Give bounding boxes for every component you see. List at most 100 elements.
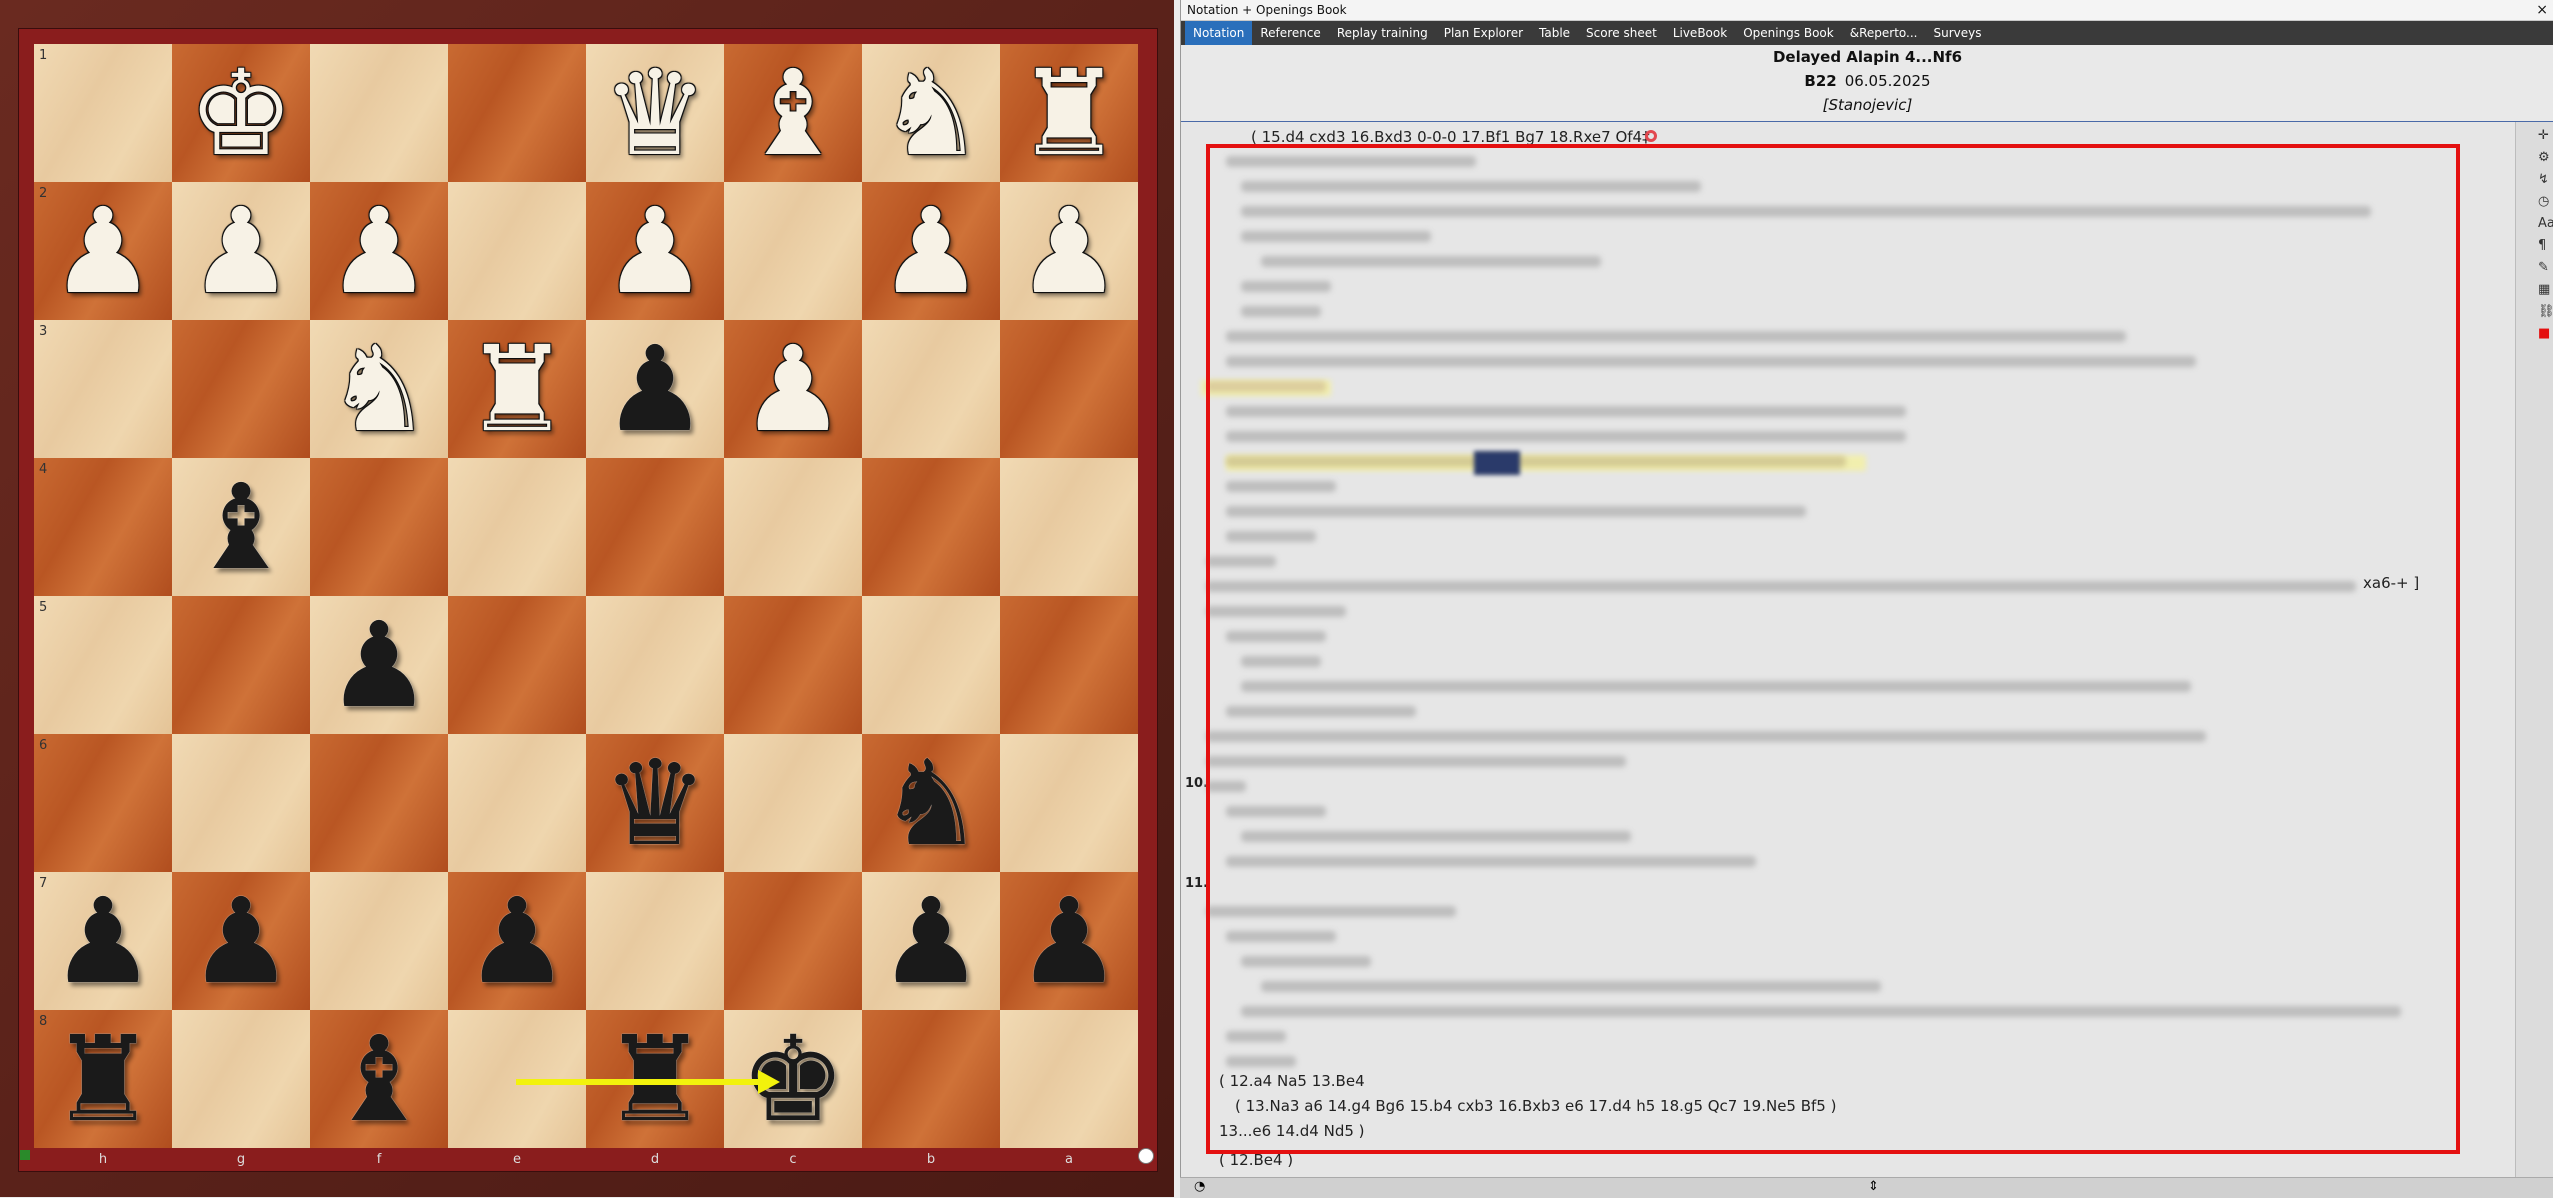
square-c2[interactable] (724, 182, 862, 320)
glyph-icon[interactable]: ¶ (2538, 238, 2553, 254)
square-b3[interactable] (862, 320, 1000, 458)
square-e3[interactable]: ♜ (448, 320, 586, 458)
square-c6[interactable] (724, 734, 862, 872)
black-pawn-icon[interactable]: ♟ (448, 872, 586, 1010)
square-e8[interactable] (448, 1010, 586, 1148)
square-h5[interactable]: 5 (34, 596, 172, 734)
square-g7[interactable]: ♟ (172, 872, 310, 1010)
notation-fragment[interactable]: xa6-+ ] (2363, 574, 2419, 592)
white-bishop-icon[interactable]: ♝ (724, 44, 862, 182)
tab-reperto[interactable]: &Reperto... (1842, 21, 1926, 45)
square-c1[interactable]: ♝ (724, 44, 862, 182)
chessboard[interactable]: 1 ♚ ♛ ♝ ♞ ♜ 2 ♟ ♟ ♟ ♟ ♟ ♟ 3 ♞ ♜ ♟ ♟ 4 ♝ 5 ♟ 6 ♛ ♞ 7 ♟ ♟ ♟ ♟ ♟ 8 ♜ ♝ ♜ ♚ (34, 44, 1138, 1148)
black-pawn-icon[interactable]: ♟ (172, 872, 310, 1010)
square-c4[interactable] (724, 458, 862, 596)
splitter-handle-icon[interactable]: ⇕ (1868, 1179, 1879, 1194)
square-h2[interactable]: 2 ♟ (34, 182, 172, 320)
white-queen-icon[interactable]: ♛ (586, 44, 724, 182)
square-g5[interactable] (172, 596, 310, 734)
square-g4[interactable]: ♝ (172, 458, 310, 596)
square-a1[interactable]: ♜ (1000, 44, 1138, 182)
notation-line[interactable]: ( 12.Be4 ) (1219, 1151, 1293, 1169)
square-h1[interactable]: 1 (34, 44, 172, 182)
square-e4[interactable] (448, 458, 586, 596)
black-bishop-icon[interactable]: ♝ (172, 458, 310, 596)
engine-icon[interactable]: ⚙ (2538, 150, 2553, 166)
square-d2[interactable]: ♟ (586, 182, 724, 320)
square-f5[interactable]: ♟ (310, 596, 448, 734)
square-f1[interactable] (310, 44, 448, 182)
black-pawn-icon[interactable]: ♟ (310, 596, 448, 734)
square-g1[interactable]: ♚ (172, 44, 310, 182)
square-c3[interactable]: ♟ (724, 320, 862, 458)
square-g2[interactable]: ♟ (172, 182, 310, 320)
square-a2[interactable]: ♟ (1000, 182, 1138, 320)
square-d5[interactable] (586, 596, 724, 734)
square-a8[interactable] (1000, 1010, 1138, 1148)
status-icon[interactable]: ◔ (1194, 1179, 1205, 1194)
square-h3[interactable]: 3 (34, 320, 172, 458)
white-pawn-icon[interactable]: ♟ (586, 182, 724, 320)
black-pawn-icon[interactable]: ♟ (1000, 872, 1138, 1010)
square-a6[interactable] (1000, 734, 1138, 872)
square-e6[interactable] (448, 734, 586, 872)
black-queen-icon[interactable]: ♛ (586, 734, 724, 872)
notation-line[interactable]: ( 13.Na3 a6 14.g4 Bg6 15.b4 cxb3 16.Bxb3… (1235, 1097, 1836, 1115)
square-f3[interactable]: ♞ (310, 320, 448, 458)
square-b6[interactable]: ♞ (862, 734, 1000, 872)
black-pawn-icon[interactable]: ♟ (862, 872, 1000, 1010)
square-c7[interactable] (724, 872, 862, 1010)
square-d6[interactable]: ♛ (586, 734, 724, 872)
tab-livebook[interactable]: LiveBook (1665, 21, 1735, 45)
clock-icon[interactable]: ◷ (2538, 194, 2553, 210)
square-e1[interactable] (448, 44, 586, 182)
notation-line[interactable]: 13...e6 14.d4 Nd5 ) (1219, 1122, 1365, 1140)
square-a4[interactable] (1000, 458, 1138, 596)
square-b4[interactable] (862, 458, 1000, 596)
white-rook-icon[interactable]: ♜ (448, 320, 586, 458)
black-pawn-icon[interactable]: ♟ (34, 872, 172, 1010)
square-h6[interactable]: 6 (34, 734, 172, 872)
board-icon[interactable]: ▦ (2538, 282, 2553, 298)
notation-line[interactable]: ( 12.a4 Na5 13.Be4 (1219, 1072, 1365, 1090)
square-f2[interactable]: ♟ (310, 182, 448, 320)
black-pawn-icon[interactable]: ♟ (586, 320, 724, 458)
square-h7[interactable]: 7 ♟ (34, 872, 172, 1010)
square-f7[interactable] (310, 872, 448, 1010)
tab-score-sheet[interactable]: Score sheet (1578, 21, 1665, 45)
tab-surveys[interactable]: Surveys (1926, 21, 1990, 45)
square-d3[interactable]: ♟ (586, 320, 724, 458)
square-d4[interactable] (586, 458, 724, 596)
square-a5[interactable] (1000, 596, 1138, 734)
square-f4[interactable] (310, 458, 448, 596)
square-h8[interactable]: 8 ♜ (34, 1010, 172, 1148)
square-g8[interactable] (172, 1010, 310, 1148)
white-pawn-icon[interactable]: ♟ (862, 182, 1000, 320)
white-pawn-icon[interactable]: ♟ (724, 320, 862, 458)
square-b8[interactable] (862, 1010, 1000, 1148)
notation-text[interactable]: ( 15.d4 cxd3 16.Bxd3 0-0-0 17.Bf1 Bg7 18… (1181, 122, 2521, 1177)
move-number-11[interactable]: 11. (1185, 876, 1208, 891)
tree-icon[interactable]: ↯ (2538, 172, 2553, 188)
white-rook-icon[interactable]: ♜ (1000, 44, 1138, 182)
square-c8[interactable]: ♚ (724, 1010, 862, 1148)
tab-reference[interactable]: Reference (1252, 21, 1328, 45)
square-f6[interactable] (310, 734, 448, 872)
tab-openings-book[interactable]: Openings Book (1735, 21, 1842, 45)
square-d7[interactable] (586, 872, 724, 1010)
square-b1[interactable]: ♞ (862, 44, 1000, 182)
square-e5[interactable] (448, 596, 586, 734)
white-pawn-icon[interactable]: ♟ (310, 182, 448, 320)
font-icon[interactable]: Aa (2538, 216, 2553, 232)
black-bishop-icon[interactable]: ♝ (310, 1010, 448, 1148)
square-b5[interactable] (862, 596, 1000, 734)
tab-replay-training[interactable]: Replay training (1329, 21, 1436, 45)
white-pawn-icon[interactable]: ♟ (34, 182, 172, 320)
square-a7[interactable]: ♟ (1000, 872, 1138, 1010)
square-a3[interactable] (1000, 320, 1138, 458)
white-pawn-icon[interactable]: ♟ (1000, 182, 1138, 320)
square-c5[interactable] (724, 596, 862, 734)
square-e2[interactable] (448, 182, 586, 320)
tab-notation[interactable]: Notation (1185, 21, 1253, 45)
white-king-icon[interactable]: ♚ (172, 44, 310, 182)
